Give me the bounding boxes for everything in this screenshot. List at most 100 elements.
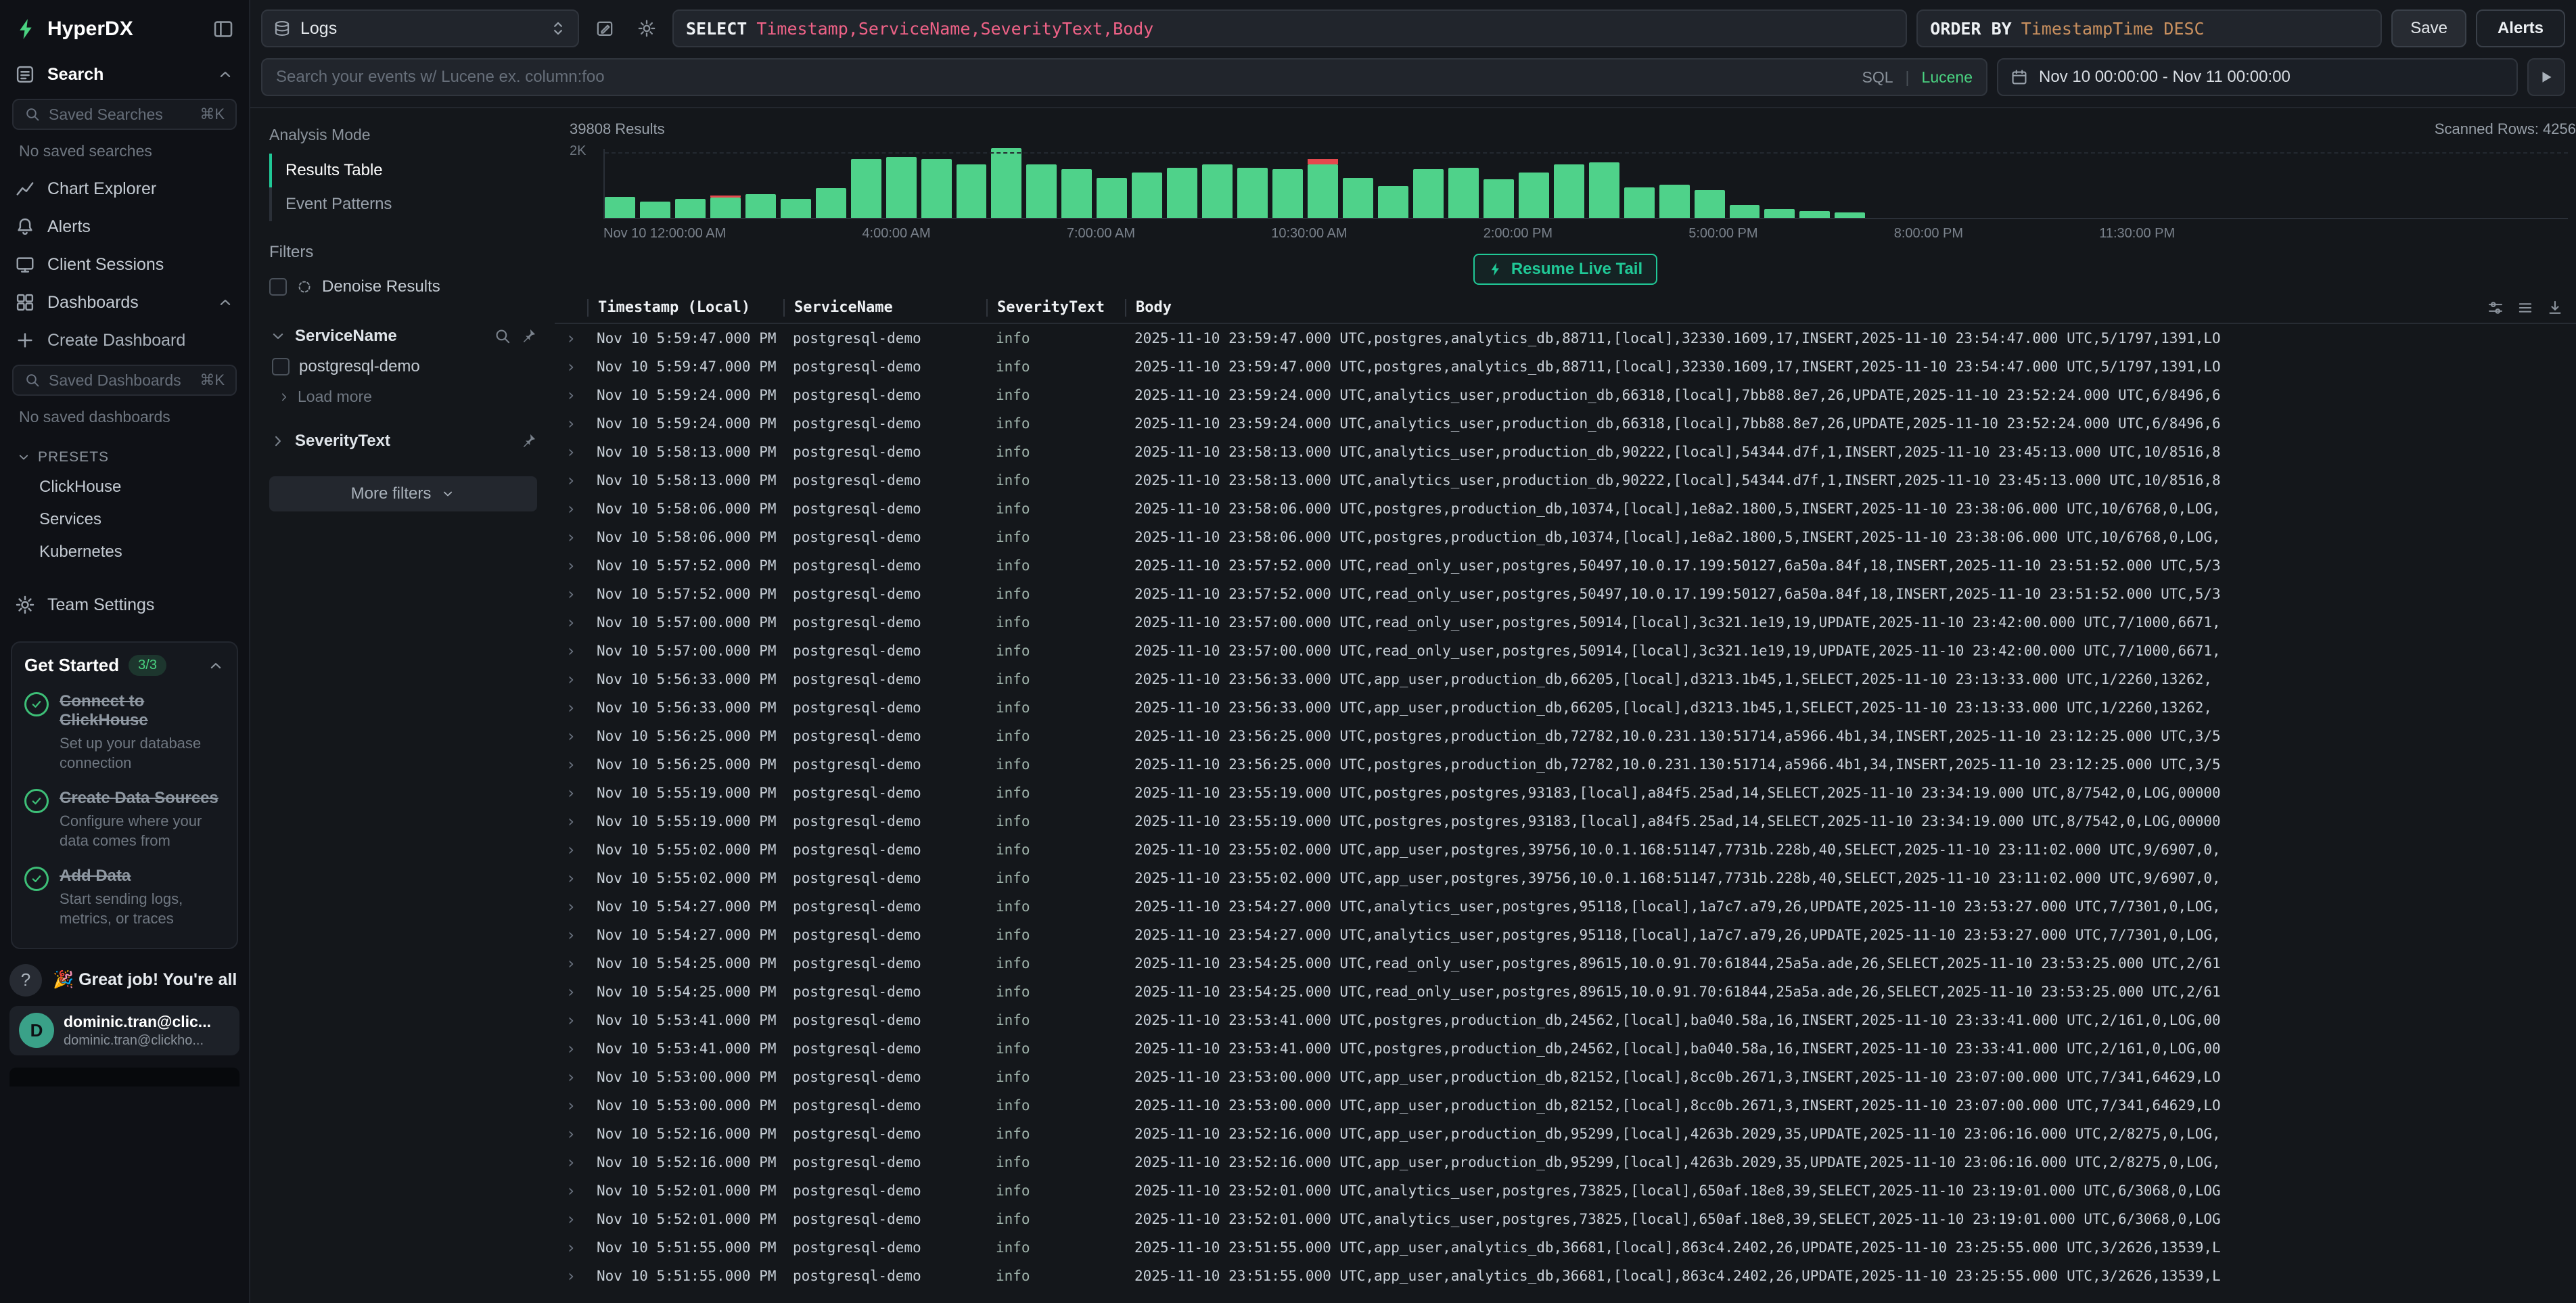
table-row[interactable]: ›Nov 10 5:55:19.000 PMpostgresql-demoinf… [555,807,2576,836]
row-expand-chevron[interactable]: › [555,954,587,973]
sidebar-item-alerts[interactable]: Alerts [0,208,249,246]
histogram-bar[interactable] [640,202,670,218]
mode-event-patterns[interactable]: Event Patterns [269,187,537,221]
table-row[interactable]: ›Nov 10 5:54:25.000 PMpostgresql-demoinf… [555,949,2576,978]
table-row[interactable]: ›Nov 10 5:57:52.000 PMpostgresql-demoinf… [555,580,2576,608]
order-by-input[interactable]: ORDER BY TimestampTime DESC [1916,9,2382,47]
sidebar-item-team-settings[interactable]: Team Settings [0,586,249,624]
download-icon[interactable] [2546,299,2564,317]
row-expand-chevron[interactable]: › [555,840,587,859]
row-expand-chevron[interactable]: › [555,414,587,433]
saved-searches-input[interactable] [49,106,191,124]
table-row[interactable]: ›Nov 10 5:55:02.000 PMpostgresql-demoinf… [555,864,2576,892]
source-settings-button[interactable] [630,12,663,45]
row-expand-chevron[interactable]: › [555,1238,587,1257]
pin-icon[interactable] [520,327,537,345]
source-select[interactable]: Logs [261,9,579,47]
table-row[interactable]: ›Nov 10 5:58:13.000 PMpostgresql-demoinf… [555,438,2576,466]
histogram-bar[interactable] [1237,168,1268,218]
row-expand-chevron[interactable]: › [555,1153,587,1172]
row-expand-chevron[interactable]: › [555,1039,587,1058]
histogram-bar[interactable] [781,199,811,218]
row-expand-chevron[interactable]: › [555,499,587,518]
row-expand-chevron[interactable]: › [555,670,587,689]
row-expand-chevron[interactable]: › [555,585,587,603]
table-row[interactable]: ›Nov 10 5:59:24.000 PMpostgresql-demoinf… [555,381,2576,409]
table-row[interactable]: ›Nov 10 5:51:55.000 PMpostgresql-demoinf… [555,1233,2576,1262]
histogram-bar[interactable] [1730,205,1760,218]
column-header-body[interactable]: Body [1125,299,2472,317]
table-row[interactable]: ›Nov 10 5:53:41.000 PMpostgresql-demoinf… [555,1006,2576,1034]
row-expand-chevron[interactable]: › [555,925,587,944]
table-row[interactable]: ›Nov 10 5:54:25.000 PMpostgresql-demoinf… [555,978,2576,1006]
sidebar-item-services[interactable]: Services [0,503,249,536]
histogram-bar[interactable] [1554,164,1584,218]
save-button[interactable]: Save [2391,9,2466,47]
table-row[interactable]: ›Nov 10 5:59:47.000 PMpostgresql-demoinf… [555,352,2576,381]
resume-live-tail-button[interactable]: Resume Live Tail [1473,254,1657,285]
checkbox[interactable] [269,278,287,296]
row-expand-chevron[interactable]: › [555,783,587,802]
histogram-bar[interactable] [851,159,881,218]
get-started-step[interactable]: Add Data Start sending logs, metrics, or… [24,867,225,928]
more-filters-button[interactable]: More filters [269,476,537,511]
table-row[interactable]: ›Nov 10 5:59:24.000 PMpostgresql-demoinf… [555,409,2576,438]
alerts-button[interactable]: Alerts [2476,9,2565,47]
row-expand-chevron[interactable]: › [555,869,587,888]
histogram-bar[interactable] [1272,169,1303,218]
denoise-results-toggle[interactable]: Denoise Results [269,271,537,302]
table-row[interactable]: ›Nov 10 5:58:13.000 PMpostgresql-demoinf… [555,466,2576,495]
histogram-bar[interactable] [675,199,706,218]
sidebar-collapse-icon[interactable] [212,18,234,40]
table-row[interactable]: ›Nov 10 5:53:00.000 PMpostgresql-demoinf… [555,1063,2576,1091]
facet-servicename[interactable]: ServiceName [269,321,537,351]
row-expand-chevron[interactable]: › [555,471,587,490]
histogram-bar[interactable] [957,164,987,218]
row-expand-chevron[interactable]: › [555,386,587,405]
load-more-button[interactable]: Load more [272,382,537,407]
histogram-bar[interactable] [605,197,635,218]
row-expand-chevron[interactable]: › [555,1011,587,1030]
table-row[interactable]: ›Nov 10 5:55:02.000 PMpostgresql-demoinf… [555,836,2576,864]
row-expand-chevron[interactable]: › [555,641,587,660]
run-search-button[interactable] [2527,58,2565,96]
table-row[interactable]: ›Nov 10 5:51:55.000 PMpostgresql-demoinf… [555,1262,2576,1290]
query-mode-lucene[interactable]: Lucene [1922,68,1973,87]
row-expand-chevron[interactable]: › [555,1181,587,1200]
table-settings-icon[interactable] [2487,299,2504,317]
table-row[interactable]: ›Nov 10 5:59:47.000 PMpostgresql-demoinf… [555,324,2576,352]
search-icon[interactable] [494,327,511,345]
row-expand-chevron[interactable]: › [555,1266,587,1285]
table-row[interactable]: ›Nov 10 5:57:52.000 PMpostgresql-demoinf… [555,551,2576,580]
saved-dashboards-input[interactable] [49,371,191,390]
table-row[interactable]: ›Nov 10 5:55:19.000 PMpostgresql-demoinf… [555,779,2576,807]
event-search-input[interactable] [276,68,1850,87]
histogram-bar[interactable] [1448,168,1479,218]
histogram-bar[interactable] [1308,159,1338,218]
saved-dashboards-box[interactable]: ⌘K [12,365,237,396]
pin-icon[interactable] [520,432,537,450]
row-expand-chevron[interactable]: › [555,982,587,1001]
histogram-bar[interactable] [1695,190,1725,218]
row-expand-chevron[interactable]: › [555,329,587,348]
row-expand-chevron[interactable]: › [555,1096,587,1115]
sidebar-item-chart-explorer[interactable]: Chart Explorer [0,170,249,208]
presets-section-toggle[interactable]: PRESETS [0,436,249,471]
histogram-bar[interactable] [1659,185,1690,218]
row-density-icon[interactable] [2516,299,2534,317]
row-expand-chevron[interactable]: › [555,812,587,831]
row-expand-chevron[interactable]: › [555,727,587,746]
table-row[interactable]: ›Nov 10 5:52:16.000 PMpostgresql-demoinf… [555,1120,2576,1148]
facet-value-postgresql-demo[interactable]: postgresql-demo [272,351,537,382]
histogram-bar[interactable] [1413,169,1444,218]
histogram-bar[interactable] [921,159,952,218]
histogram-bar[interactable] [1519,173,1549,218]
table-row[interactable]: ›Nov 10 5:52:01.000 PMpostgresql-demoinf… [555,1176,2576,1205]
table-row[interactable]: ›Nov 10 5:56:33.000 PMpostgresql-demoinf… [555,665,2576,693]
histogram-bar[interactable] [710,196,741,218]
histogram-bar[interactable] [1202,164,1233,218]
histogram-bar[interactable] [1799,211,1830,218]
table-row[interactable]: ›Nov 10 5:53:00.000 PMpostgresql-demoinf… [555,1091,2576,1120]
histogram-bar[interactable] [816,188,846,218]
histogram-bar[interactable] [1378,186,1408,218]
